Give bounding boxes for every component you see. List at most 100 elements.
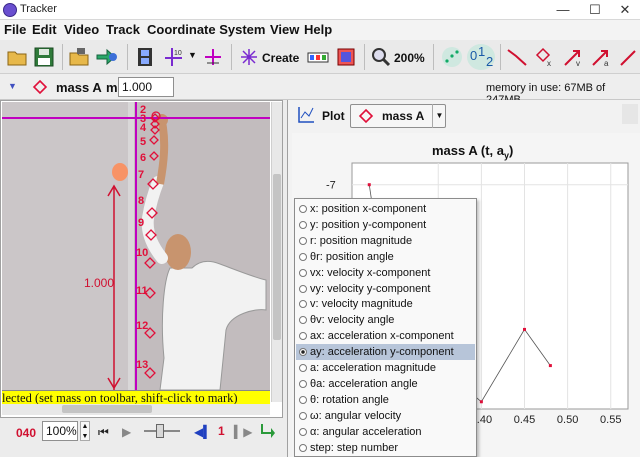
radio-icon xyxy=(299,268,307,277)
dropdown-item[interactable]: y: position y-component xyxy=(296,217,475,233)
calibration-cross-icon[interactable] xyxy=(202,46,224,68)
video-frame[interactable] xyxy=(2,102,270,390)
dropdown-item[interactable]: step: step number xyxy=(296,440,475,456)
data-table-icon[interactable] xyxy=(306,46,330,68)
open-video-icon[interactable] xyxy=(68,46,90,68)
title-bar xyxy=(0,0,640,20)
magnifier-icon[interactable] xyxy=(370,46,392,68)
velocity-arrow-icon[interactable]: v xyxy=(561,46,585,68)
radio-icon xyxy=(299,427,307,436)
toolbar-separator xyxy=(500,44,501,70)
step-back-icon[interactable]: ◀▍ xyxy=(194,425,212,439)
rate-spinner[interactable]: ▲ ▼ xyxy=(80,421,90,441)
svg-text:x: x xyxy=(547,59,551,68)
frame-counter[interactable]: 040 xyxy=(16,426,36,440)
dropdown-item[interactable]: ω: angular velocity xyxy=(296,408,475,424)
video-horizontal-scrollbar[interactable] xyxy=(2,404,270,415)
dropdown-item[interactable]: θr: position angle xyxy=(296,249,475,265)
close-button[interactable]: ✕ xyxy=(610,0,640,20)
maximize-button[interactable]: ☐ xyxy=(580,0,610,20)
chevron-down-icon[interactable]: ▼ xyxy=(432,104,446,128)
radio-icon xyxy=(299,348,307,357)
dropdown-item-label: step: step number xyxy=(310,441,399,454)
path-line-icon[interactable] xyxy=(505,46,529,68)
radio-icon xyxy=(299,332,307,341)
step-forward-icon[interactable]: ▍▶ xyxy=(234,425,252,439)
track-name[interactable]: mass A xyxy=(56,80,102,95)
force-arrow-icon[interactable] xyxy=(617,46,639,68)
create-star-icon[interactable] xyxy=(239,46,259,68)
step-label-1: 1 xyxy=(478,44,486,59)
dropdown-item-label: x: position x-component xyxy=(310,203,427,215)
mass-input[interactable]: 1.000 xyxy=(118,77,174,97)
chevron-down-icon[interactable]: ▼ xyxy=(188,50,197,60)
dropdown-item-label: ω: angular velocity xyxy=(310,409,402,422)
dropdown-item-label: v: velocity magnitude xyxy=(310,298,413,311)
dropdown-item[interactable]: a: acceleration magnitude xyxy=(296,360,475,376)
import-arrow-icon[interactable] xyxy=(95,46,119,68)
dropdown-item[interactable]: ay: acceleration y-component xyxy=(296,344,475,361)
tape-measure-label[interactable]: 1.000 xyxy=(84,276,114,290)
radio-icon xyxy=(299,300,307,309)
create-button[interactable]: Create xyxy=(262,51,299,65)
dropdown-item-label: ax: acceleration x-component xyxy=(310,330,454,343)
dropdown-item-label: θ: rotation angle xyxy=(310,393,389,406)
dropdown-item-label: θr: position angle xyxy=(310,250,394,263)
playback-rate-field[interactable]: 100% xyxy=(42,421,78,441)
menu-video[interactable]: Video xyxy=(64,22,99,37)
play-icon[interactable]: ▶ xyxy=(122,425,131,439)
plot-track-name: mass A xyxy=(382,109,425,123)
film-clip-icon[interactable] xyxy=(135,46,155,68)
save-icon[interactable] xyxy=(33,46,55,68)
radio-icon xyxy=(299,443,307,452)
toolbar-separator xyxy=(127,44,128,70)
video-vertical-scrollbar[interactable] xyxy=(271,102,282,402)
acceleration-arrow-icon[interactable]: a xyxy=(589,46,613,68)
trail-dots-icon[interactable] xyxy=(440,46,464,68)
mass-label: m xyxy=(106,80,118,95)
dropdown-item[interactable]: ax: acceleration x-component xyxy=(296,328,475,344)
filter-icon[interactable] xyxy=(335,46,357,68)
x-tick-label: 0.55 xyxy=(600,414,621,426)
position-marker-icon[interactable]: x xyxy=(533,46,557,68)
dropdown-item[interactable]: θv: velocity angle xyxy=(296,312,475,328)
status-message-text: lected (set mass on toolbar, shift-click… xyxy=(2,391,238,405)
dropdown-item[interactable]: r: position magnitude xyxy=(296,233,475,249)
minimize-button[interactable]: — xyxy=(548,0,578,20)
menu-edit[interactable]: Edit xyxy=(32,22,57,37)
open-folder-icon[interactable] xyxy=(6,46,28,68)
dropdown-item-label: vx: velocity x-component xyxy=(310,266,431,279)
slider-thumb[interactable] xyxy=(156,424,164,438)
mass-diamond-icon xyxy=(358,108,374,124)
dropdown-item[interactable]: θ: rotation angle xyxy=(296,392,475,408)
zoom-level[interactable]: 200% xyxy=(394,51,425,65)
dropdown-item-label: y: position y-component xyxy=(310,218,427,231)
step-label-2: 2 xyxy=(486,54,494,69)
plot-tab-label: Plot xyxy=(322,109,345,123)
menu-coordinate-system[interactable]: Coordinate System xyxy=(147,22,265,37)
frame-number-label: 12 xyxy=(136,320,149,332)
dropdown-item[interactable]: vx: velocity x-component xyxy=(296,265,475,281)
radio-icon xyxy=(299,395,307,404)
reset-to-start-icon[interactable]: ⏮ xyxy=(98,425,109,440)
menu-file[interactable]: File xyxy=(4,22,26,37)
menu-track[interactable]: Track xyxy=(106,22,140,37)
menu-help[interactable]: Help xyxy=(304,22,332,37)
chevron-down-icon[interactable]: ▼ xyxy=(8,81,17,91)
x-tick-label: 0.50 xyxy=(557,414,578,426)
dropdown-item[interactable]: θa: acceleration angle xyxy=(296,376,475,392)
dropdown-item[interactable]: x: position x-component xyxy=(296,201,475,217)
svg-text:10: 10 xyxy=(174,50,182,57)
dropdown-item[interactable]: vy: velocity y-component xyxy=(296,281,475,297)
plot-scroll-stub[interactable] xyxy=(622,104,638,124)
dropdown-item-label: θv: velocity angle xyxy=(310,314,395,327)
dropdown-item[interactable]: v: velocity magnitude xyxy=(296,296,475,312)
axes-icon[interactable]: 10 xyxy=(162,46,184,68)
dropdown-item-label: a: acceleration magnitude xyxy=(310,362,436,374)
step-size[interactable]: 1 xyxy=(218,424,225,438)
export-arrow-icon[interactable] xyxy=(260,422,276,438)
mass-diamond-icon[interactable] xyxy=(32,79,48,95)
variable-dropdown-menu[interactable]: x: position x-component y: position y-com… xyxy=(294,198,477,457)
dropdown-item[interactable]: α: angular acceleration xyxy=(296,424,475,440)
menu-view[interactable]: View xyxy=(270,22,299,37)
